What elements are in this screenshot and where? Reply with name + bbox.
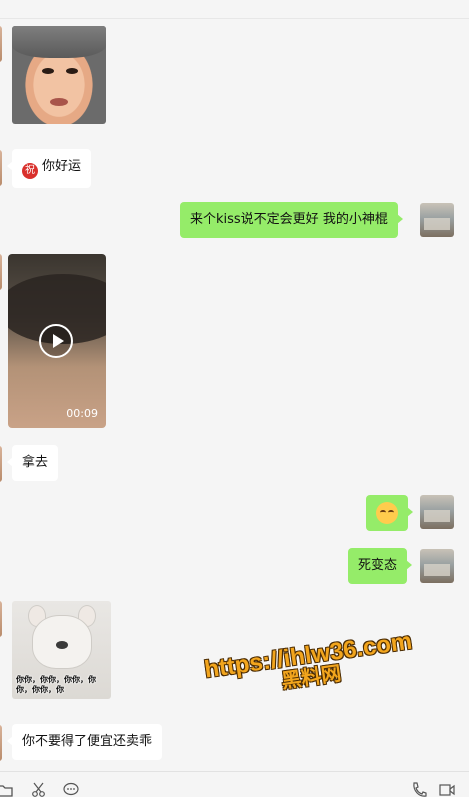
contact-avatar[interactable] xyxy=(0,150,2,186)
sticker-caption: 你你，你你，你你，你你，你你，你 xyxy=(16,675,96,694)
contact-avatar[interactable] xyxy=(0,725,2,761)
message-bubble-outgoing[interactable] xyxy=(366,495,413,531)
crying-baby-sticker[interactable] xyxy=(12,26,106,124)
baby-eye-left xyxy=(42,68,54,74)
input-toolbar xyxy=(0,771,469,797)
message-bubble-outgoing[interactable]: 死变态 xyxy=(348,548,413,584)
header-divider xyxy=(0,18,469,19)
my-avatar[interactable] xyxy=(420,495,454,529)
play-icon[interactable] xyxy=(39,324,73,358)
video-message[interactable]: 00:09 xyxy=(8,254,106,428)
message-text: 来个kiss说不定会更好 我的小神棍 xyxy=(190,212,388,227)
my-avatar[interactable] xyxy=(420,549,454,583)
french-bulldog-sticker[interactable]: 你你，你你，你你，你你，你你，你 xyxy=(12,601,111,699)
smiling-face-emoji xyxy=(376,502,398,524)
contact-avatar[interactable] xyxy=(0,26,2,62)
message-bubble-incoming[interactable]: 你不要得了便宜还卖乖 xyxy=(6,724,163,760)
contact-avatar[interactable] xyxy=(0,446,2,482)
message-bubble-incoming[interactable]: 拿去 xyxy=(6,445,59,481)
message-bubble-incoming[interactable]: 祝你好运 xyxy=(6,149,92,188)
contact-avatar[interactable] xyxy=(0,601,2,637)
contact-avatar[interactable] xyxy=(0,254,2,290)
dog-nose xyxy=(56,641,68,649)
folder-icon[interactable] xyxy=(0,782,14,797)
site-watermark: https://ihlw36.com 黑料网 xyxy=(203,628,417,704)
phone-icon[interactable] xyxy=(410,782,428,797)
video-call-icon[interactable] xyxy=(438,782,456,797)
message-text: 死变态 xyxy=(358,558,398,573)
blessing-icon: 祝 xyxy=(22,163,38,179)
baby-eye-right xyxy=(66,68,78,74)
video-duration: 00:09 xyxy=(66,407,98,420)
message-text: 拿去 xyxy=(22,455,49,470)
message-text: 你好运 xyxy=(42,159,82,174)
message-text: 你不要得了便宜还卖乖 xyxy=(22,734,153,749)
baby-hat xyxy=(12,26,106,58)
message-bubble-outgoing[interactable]: 来个kiss说不定会更好 我的小神棍 xyxy=(180,202,403,238)
chat-bubble-icon[interactable] xyxy=(62,782,80,797)
scissors-icon[interactable] xyxy=(30,782,48,797)
my-avatar[interactable] xyxy=(420,203,454,237)
baby-mouth xyxy=(50,98,68,106)
